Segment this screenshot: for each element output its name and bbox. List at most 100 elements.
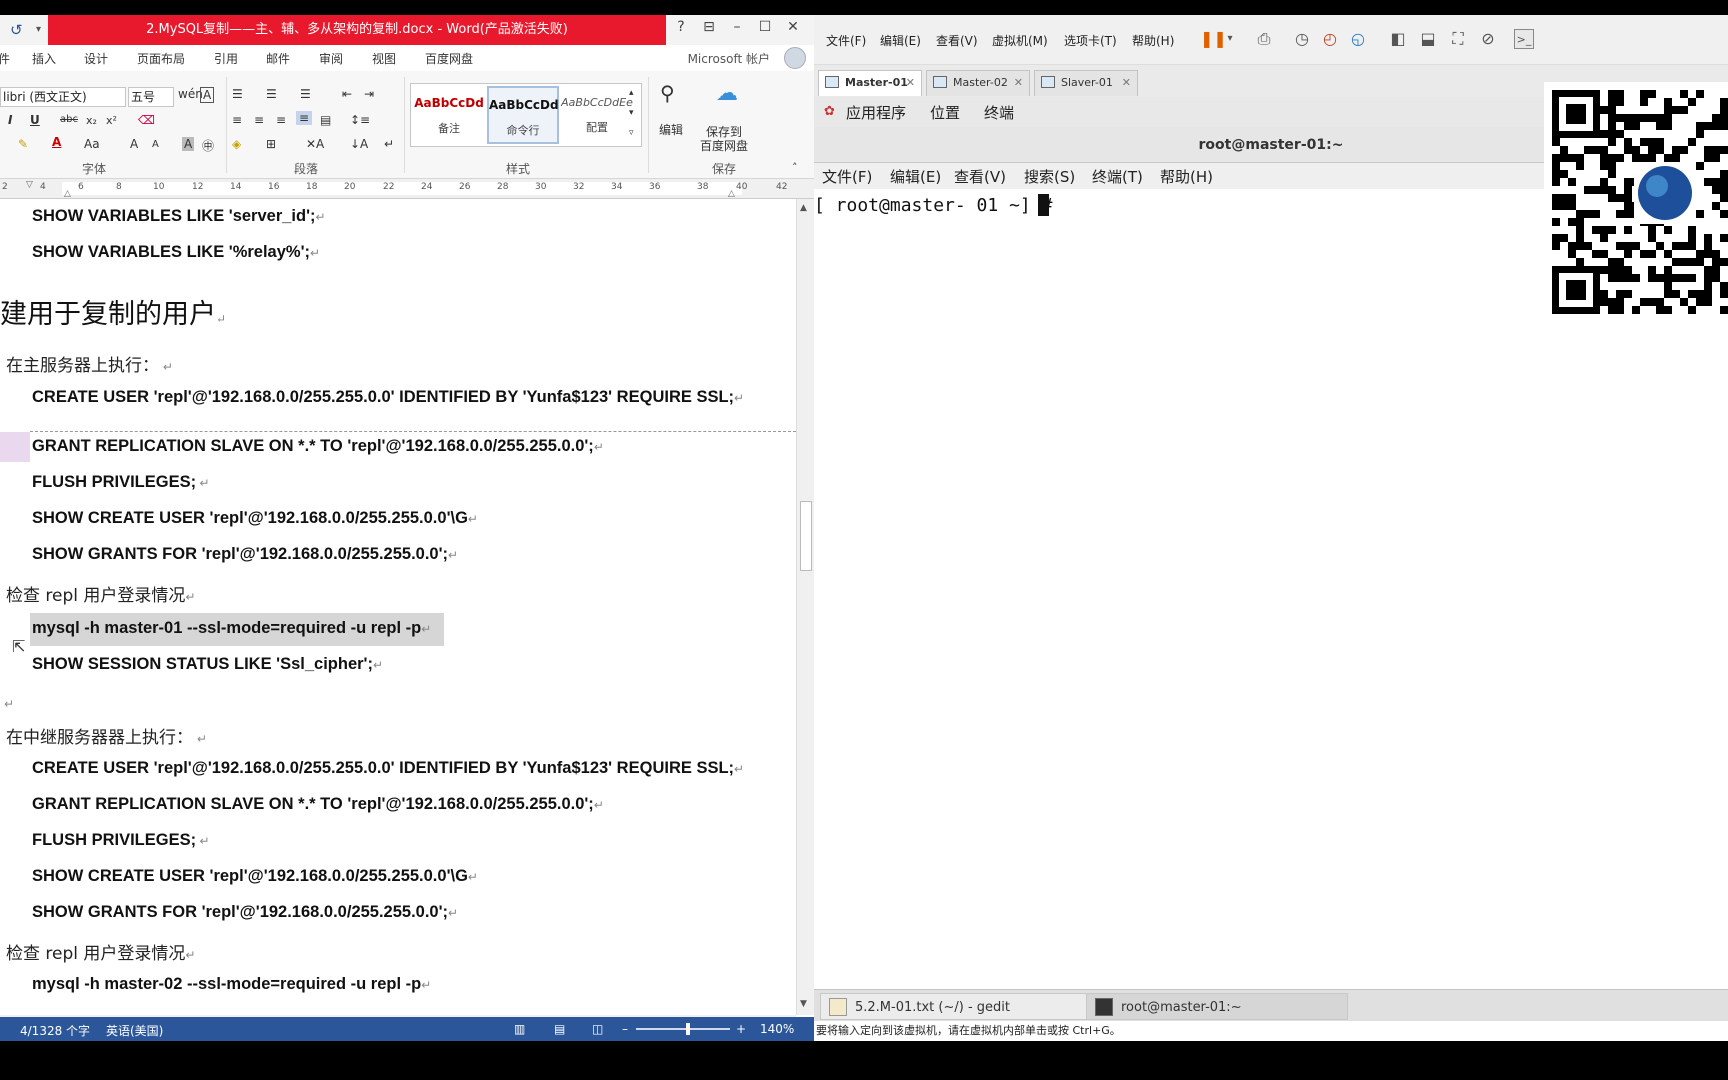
font-name-box[interactable]: libri (西文正文): [0, 87, 126, 107]
fullscreen-icon[interactable]: ⛶: [1448, 29, 1468, 49]
shading-icon[interactable]: ◈: [232, 137, 241, 151]
style-config[interactable]: AaBbCcDdEe 配置: [561, 86, 633, 144]
vm-tab-master01[interactable]: Master-01 ✕: [818, 70, 922, 96]
styles-scroll-up-icon[interactable]: ▴: [629, 88, 634, 98]
justify-icon[interactable]: ≡: [296, 111, 313, 125]
align-right-icon[interactable]: ≡: [276, 113, 286, 127]
collapse-ribbon-icon[interactable]: ˄: [792, 161, 798, 174]
gnome-applications-menu[interactable]: 应用程序: [846, 102, 906, 123]
avatar[interactable]: [784, 47, 806, 69]
vm-menu-tabs[interactable]: 选项卡(T): [1064, 32, 1117, 49]
web-layout-icon[interactable]: ◫: [592, 1022, 603, 1036]
scroll-down-icon[interactable]: ▼: [800, 999, 807, 1009]
scroll-up-icon[interactable]: ▲: [800, 203, 807, 213]
highlight-icon[interactable]: ✎: [18, 137, 28, 151]
revert-snapshot-icon[interactable]: ◴: [1320, 29, 1340, 49]
tab-layout[interactable]: 页面布局: [137, 50, 185, 67]
clear-format-icon[interactable]: ⌫: [138, 113, 155, 127]
tab-review[interactable]: 审阅: [319, 50, 343, 67]
snapshot-icon[interactable]: ◷: [1292, 29, 1312, 49]
line-spacing-icon[interactable]: ↕≡: [350, 113, 370, 127]
font-size-box[interactable]: 五号: [128, 87, 174, 107]
task-terminal[interactable]: root@master-01:~: [1086, 993, 1348, 1020]
edit-button[interactable]: 编辑: [659, 121, 683, 138]
maximize-button[interactable]: ☐: [754, 19, 776, 35]
subscript-icon[interactable]: x₂: [86, 114, 97, 127]
close-tab-icon[interactable]: ✕: [1014, 71, 1023, 95]
tab-baidu[interactable]: 百度网盘: [425, 50, 473, 67]
print-layout-icon[interactable]: ▤: [554, 1022, 565, 1036]
zoom-level[interactable]: 140%: [760, 1022, 794, 1036]
italic-icon[interactable]: I: [8, 113, 12, 127]
distributed-icon[interactable]: ▤: [320, 113, 331, 127]
style-command[interactable]: AaBbCcDd 命令行: [487, 86, 559, 144]
font-color-icon[interactable]: A: [52, 135, 61, 149]
sidebar-toggle-icon[interactable]: ◧: [1388, 29, 1408, 49]
char-shading-icon[interactable]: A: [182, 137, 195, 151]
first-indent-marker-icon[interactable]: ▽: [26, 180, 33, 190]
underline-icon[interactable]: U: [30, 113, 40, 127]
chinese-layout-icon[interactable]: ✕A: [306, 137, 324, 151]
shrink-font-icon[interactable]: A: [152, 139, 159, 150]
read-mode-icon[interactable]: ▥: [514, 1022, 525, 1036]
term-menu-edit[interactable]: 编辑(E): [890, 166, 941, 187]
console-view-icon[interactable]: >_: [1514, 29, 1534, 49]
vm-tab-slaver01[interactable]: Slaver-01 ✕: [1034, 70, 1138, 96]
align-left-icon[interactable]: ≡: [232, 113, 242, 127]
tab-references[interactable]: 引用: [214, 50, 238, 67]
bullets-icon[interactable]: ☰: [232, 87, 243, 101]
tab-insert[interactable]: 插入: [32, 50, 56, 67]
send-ctrl-alt-del-icon[interactable]: ⎙: [1254, 29, 1274, 49]
hanging-indent-marker-icon[interactable]: △: [64, 189, 71, 199]
close-tab-icon[interactable]: ✕: [1122, 71, 1131, 95]
increase-indent-icon[interactable]: ⇥: [364, 87, 374, 101]
grow-font-icon[interactable]: A: [130, 137, 138, 151]
numbering-icon[interactable]: ☰: [266, 87, 277, 101]
borders-icon[interactable]: ⊞: [266, 137, 276, 151]
term-menu-help[interactable]: 帮助(H): [1160, 166, 1213, 187]
zoom-out-button[interactable]: –: [622, 1022, 628, 1036]
minimize-button[interactable]: –: [726, 19, 748, 35]
account-label[interactable]: Microsoft 帐户: [688, 50, 770, 67]
tab-mailings[interactable]: 邮件: [266, 50, 290, 67]
superscript-icon[interactable]: x²: [106, 114, 117, 127]
sort-icon[interactable]: ↓A: [350, 137, 368, 151]
vm-menu-vm[interactable]: 虚拟机(M): [992, 32, 1048, 49]
zoom-slider-thumb[interactable]: [686, 1023, 690, 1035]
styles-more-icon[interactable]: ▿: [629, 128, 634, 138]
help-button[interactable]: ?: [670, 19, 692, 35]
styles-scroll-down-icon[interactable]: ▾: [629, 108, 634, 118]
close-tab-icon[interactable]: ✕: [906, 71, 915, 95]
gnome-terminal-menu[interactable]: 终端: [984, 102, 1014, 123]
vm-menu-view[interactable]: 查看(V): [936, 32, 978, 49]
change-case-icon[interactable]: Aa: [84, 137, 100, 151]
language-status[interactable]: 英语(美国): [106, 1022, 163, 1039]
pause-icon[interactable]: ❚❚: [1200, 29, 1227, 49]
char-border-icon[interactable]: A: [200, 87, 215, 103]
zoom-in-button[interactable]: +: [736, 1022, 746, 1036]
term-menu-file[interactable]: 文件(F): [822, 166, 872, 187]
unity-icon[interactable]: ⊘: [1478, 29, 1498, 49]
show-marks-icon[interactable]: ↵: [384, 137, 394, 151]
word-count[interactable]: 4/1328 个字: [20, 1022, 90, 1039]
baidu-cloud-icon[interactable]: ☁: [716, 81, 738, 106]
term-menu-terminal[interactable]: 终端(T): [1092, 166, 1143, 187]
zoom-slider[interactable]: [636, 1028, 730, 1030]
align-center-icon[interactable]: ≡: [254, 113, 264, 127]
baidu-netdisk-label[interactable]: 百度网盘: [700, 137, 748, 154]
enclose-char-icon[interactable]: ㊥: [202, 137, 214, 154]
document-body[interactable]: SHOW VARIABLES LIKE 'server_id';↵ SHOW V…: [0, 199, 796, 1015]
multilevel-list-icon[interactable]: ☰: [300, 87, 311, 101]
pause-dropdown-icon[interactable]: ▾: [1220, 29, 1240, 49]
thumbnail-icon[interactable]: ⬓: [1418, 29, 1438, 49]
task-gedit[interactable]: 5.2.M-01.txt (~/) - gedit: [820, 993, 1092, 1020]
tab-partial[interactable]: 件: [0, 50, 10, 67]
gnome-places-menu[interactable]: 位置: [930, 102, 960, 123]
qat-dropdown-icon[interactable]: ▾: [36, 24, 41, 35]
undo-icon[interactable]: ↺: [10, 21, 23, 39]
ribbon-display-icon[interactable]: ⊟: [698, 19, 720, 35]
style-note[interactable]: AaBbCcDd 备注: [413, 86, 485, 144]
strikethrough-icon[interactable]: abc: [60, 114, 78, 125]
decrease-indent-icon[interactable]: ⇤: [342, 87, 352, 101]
vm-menu-help[interactable]: 帮助(H): [1132, 32, 1174, 49]
